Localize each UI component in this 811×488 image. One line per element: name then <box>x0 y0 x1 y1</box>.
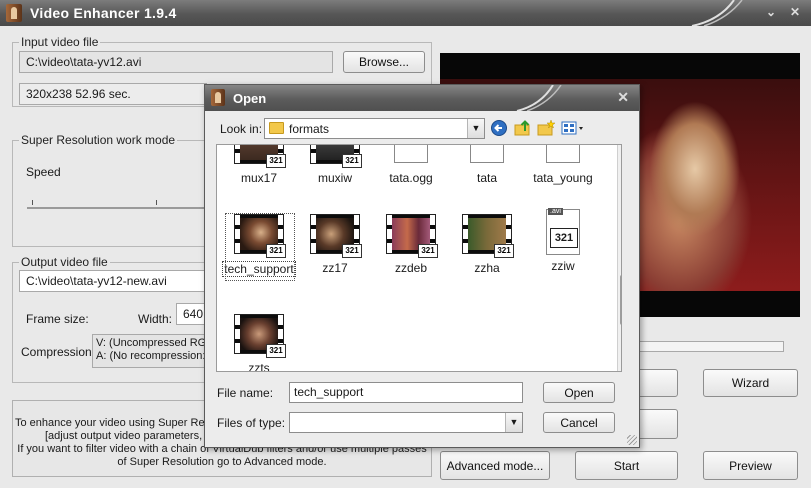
app-title: Video Enhancer 1.9.4 <box>30 5 177 21</box>
browse-button[interactable]: Browse... <box>343 51 425 73</box>
filetype-label: Files of type: <box>217 416 286 430</box>
file-name: zzha <box>474 261 500 275</box>
instructions-line-5: of Super Resolution go to Advanced mode. <box>117 456 327 468</box>
open-button[interactable]: Open <box>543 382 615 403</box>
compression-audio: A: (No recompression: <box>96 350 206 362</box>
file-name: tata <box>476 171 497 185</box>
advanced-mode-button[interactable]: Advanced mode... <box>440 451 550 480</box>
main-titlebar[interactable]: Video Enhancer 1.9.4 ⌄ ✕ <box>0 0 811 26</box>
input-path-field[interactable]: C:\video\tata-yv12.avi <box>19 51 333 73</box>
generic-file-icon <box>394 145 428 163</box>
file-item-selected[interactable]: 321 tech_support <box>221 213 297 281</box>
file-item[interactable]: 321 mux17 <box>221 145 297 185</box>
preview-button[interactable]: Preview <box>703 451 798 480</box>
file-item[interactable]: 321 zz17 <box>297 214 373 275</box>
video-file-icon: 321 <box>462 214 514 258</box>
file-name: muxiw <box>317 171 352 185</box>
titlebar-swoosh-icon <box>691 0 743 26</box>
back-icon[interactable] <box>489 119 509 137</box>
app-icon <box>6 4 22 22</box>
generic-file-icon <box>470 145 504 163</box>
compression-video: V: (Uncompressed RGB <box>96 337 207 349</box>
compression-label: Compression: <box>21 345 96 359</box>
file-item[interactable]: .avi 321 zziw <box>525 208 601 273</box>
close-icon[interactable]: ✕ <box>790 5 800 19</box>
file-item[interactable]: 321 muxiw <box>297 145 373 185</box>
folder-icon <box>269 122 284 134</box>
input-info-field: 320x238 52.96 sec. <box>19 83 207 105</box>
lookin-value: formats <box>289 122 330 136</box>
resize-grip-icon[interactable] <box>627 435 637 445</box>
filename-label: File name: <box>217 386 274 400</box>
video-file-icon: 321 <box>234 214 286 258</box>
super-resolution-group: Super Resolution work mode <box>12 133 208 247</box>
file-name: zzts <box>248 361 270 372</box>
scrollbar-thumb[interactable] <box>620 275 621 325</box>
scroll-up-icon[interactable]: ▲ <box>620 147 621 156</box>
speed-slider[interactable] <box>27 207 207 209</box>
minimize-icon[interactable]: ⌄ <box>766 5 776 19</box>
output-path-field[interactable]: C:\video\tata-yv12-new.avi <box>19 270 207 292</box>
input-video-legend: Input video file <box>21 35 99 49</box>
speed-tick <box>32 200 33 205</box>
file-name: tata.ogg <box>389 171 433 185</box>
file-name: zziw <box>551 259 575 273</box>
file-item[interactable]: tata.ogg <box>373 145 449 185</box>
lookin-combo[interactable]: formats ▼ <box>264 118 485 139</box>
file-item[interactable]: 321 zzdeb <box>373 214 449 275</box>
width-label: Width: <box>138 312 173 326</box>
open-dialog-title: Open <box>233 91 267 106</box>
up-folder-icon[interactable] <box>513 119 533 137</box>
open-dialog: Open ✕ Look in: formats ▼ 321 mux17 321 … <box>204 84 640 448</box>
dialog-close-icon[interactable]: ✕ <box>617 89 629 106</box>
super-resolution-legend: Super Resolution work mode <box>21 133 176 147</box>
chevron-down-icon[interactable]: ▼ <box>467 119 484 138</box>
file-item[interactable]: 321 zzts <box>221 314 297 372</box>
file-name: mux17 <box>240 171 278 185</box>
file-list-scrollbar[interactable]: ▲ ▼ <box>617 145 621 371</box>
open-dialog-titlebar[interactable]: Open ✕ <box>205 85 639 111</box>
video-file-icon: 321 <box>310 214 362 258</box>
new-folder-icon[interactable] <box>536 119 556 137</box>
file-name: zzdeb <box>394 261 428 275</box>
output-video-legend: Output video file <box>21 255 108 269</box>
video-file-icon: 321 <box>234 145 286 168</box>
compression-info[interactable]: V: (Uncompressed RGB A: (No recompressio… <box>92 334 207 368</box>
filetype-combo[interactable]: ▼ <box>289 412 523 433</box>
lookin-label: Look in: <box>220 122 263 136</box>
progress-bar <box>633 341 784 352</box>
wizard-button[interactable]: Wizard <box>703 369 798 397</box>
file-item[interactable]: tata_young <box>525 145 601 185</box>
video-file-icon: 321 <box>234 314 286 358</box>
file-name: tata_young <box>533 171 593 185</box>
generic-file-icon <box>546 145 580 163</box>
video-file-icon: 321 <box>310 145 362 168</box>
file-name: zz17 <box>322 261 348 275</box>
avi-file-icon: .avi 321 <box>546 208 580 255</box>
speed-tick <box>156 200 157 205</box>
frame-size-label: Frame size: <box>26 312 89 326</box>
start-button[interactable]: Start <box>575 451 678 480</box>
dialog-swoosh-icon <box>516 85 562 111</box>
speed-label: Speed <box>26 165 61 179</box>
cancel-button[interactable]: Cancel <box>543 412 615 433</box>
view-menu-icon[interactable] <box>560 119 586 137</box>
file-item[interactable]: tata <box>449 145 525 185</box>
video-file-icon: 321 <box>386 214 438 258</box>
filename-input[interactable]: tech_support <box>289 382 523 403</box>
chevron-down-icon[interactable]: ▼ <box>505 413 522 432</box>
file-list[interactable]: 321 mux17 321 muxiw tata.ogg tata tata_y… <box>216 144 622 372</box>
scroll-down-icon[interactable]: ▼ <box>620 360 621 369</box>
width-input[interactable]: 640 <box>176 303 207 325</box>
file-item[interactable]: 321 zzha <box>449 214 525 275</box>
dialog-app-icon <box>211 89 225 106</box>
